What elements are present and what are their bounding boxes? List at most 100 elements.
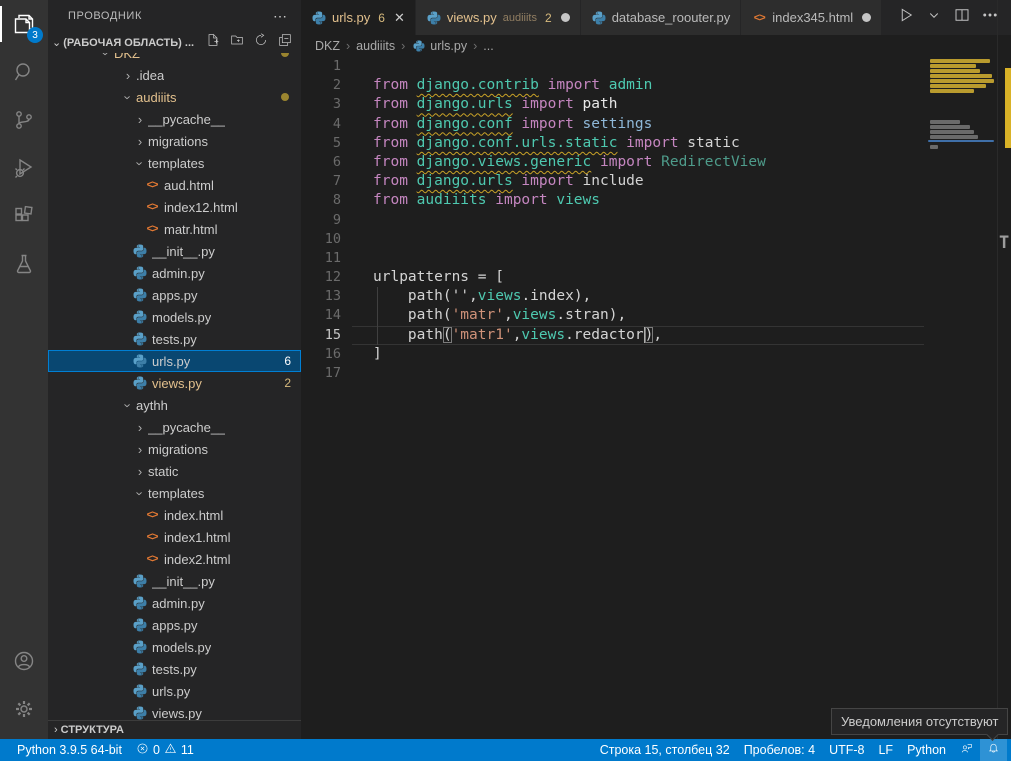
breadcrumb-item[interactable]: urls.py: [411, 38, 467, 54]
refresh-icon[interactable]: [253, 32, 269, 53]
code-line-4[interactable]: 4from django.conf import settings: [301, 115, 1011, 134]
tree-item--init-py[interactable]: __init__.py: [48, 570, 301, 592]
tree-item-apps-py[interactable]: apps.py: [48, 614, 301, 636]
tree-item--pycache-[interactable]: ›__pycache__: [48, 416, 301, 438]
status-feedback[interactable]: [953, 739, 980, 761]
tree-item-admin-py[interactable]: admin.py: [48, 262, 301, 284]
tree-item-migrations[interactable]: ›migrations: [48, 130, 301, 152]
code-line-8[interactable]: 8from audiiits import views: [301, 191, 1011, 210]
tree-item-index1-html[interactable]: <>index1.html: [48, 526, 301, 548]
code-line-17[interactable]: 17: [301, 364, 1011, 383]
code-line-13[interactable]: 13 path('',views.index),: [301, 287, 1011, 306]
tab-database-roouter-py[interactable]: database_roouter.py: [581, 0, 742, 35]
activitybar-extensions[interactable]: [0, 192, 48, 240]
activitybar-source-control[interactable]: [0, 96, 48, 144]
tree-item-aud-html[interactable]: <>aud.html: [48, 174, 301, 196]
status-notifications-bell[interactable]: [980, 739, 1007, 761]
activitybar-explorer[interactable]: 3: [0, 0, 48, 48]
sidebar-more-icon[interactable]: ⋯: [273, 8, 287, 25]
tree-item-index12-html[interactable]: <>index12.html: [48, 196, 301, 218]
tree-item-templates[interactable]: ›templates: [48, 482, 301, 504]
code-line-6[interactable]: 6from django.views.generic import Redire…: [301, 153, 1011, 172]
outline-section[interactable]: › СТРУКТУРА: [48, 720, 301, 739]
tree-item-migrations[interactable]: ›migrations: [48, 438, 301, 460]
split-editor-icon[interactable]: [953, 6, 971, 29]
tree-item-audiiits[interactable]: ›audiiits: [48, 86, 301, 108]
code-line-9[interactable]: 9: [301, 211, 1011, 230]
tree-item-models-py[interactable]: models.py: [48, 306, 301, 328]
activitybar-account[interactable]: [0, 637, 48, 685]
tree-item-static[interactable]: ›static: [48, 460, 301, 482]
code-line-16[interactable]: 16]: [301, 345, 1011, 364]
code-line-12[interactable]: 12urlpatterns = [: [301, 268, 1011, 287]
tree-item-models-py[interactable]: models.py: [48, 636, 301, 658]
status-text: Пробелов: 4: [744, 743, 815, 757]
python-file-icon: [132, 661, 148, 677]
code-editor[interactable]: 12from django.contrib import admin3from …: [301, 57, 1011, 739]
modified-dot: [281, 93, 289, 101]
tree-item--init-py[interactable]: __init__.py: [48, 240, 301, 262]
tree-item-index-html[interactable]: <>index.html: [48, 504, 301, 526]
tab-index345-html[interactable]: <>index345.html: [741, 0, 882, 35]
status-encoding[interactable]: UTF-8: [822, 739, 871, 761]
breadcrumb-item[interactable]: audiiits: [356, 39, 395, 53]
line-number: 7: [301, 172, 360, 191]
code-line-1[interactable]: 1: [301, 57, 1011, 76]
tree-item-aythh[interactable]: ›aythh: [48, 394, 301, 416]
tree-item-apps-py[interactable]: apps.py: [48, 284, 301, 306]
close-icon[interactable]: ✕: [394, 10, 405, 26]
code-line-11[interactable]: 11: [301, 249, 1011, 268]
code-line-2[interactable]: 2from django.contrib import admin: [301, 76, 1011, 95]
code-line-14[interactable]: 14 path('matr',views.stran),: [301, 306, 1011, 325]
tree-item--idea[interactable]: ›.idea: [48, 64, 301, 86]
code-line-5[interactable]: 5from django.conf.urls.static import sta…: [301, 134, 1011, 153]
breadcrumb-item[interactable]: DKZ: [315, 39, 340, 53]
activitybar-settings[interactable]: [0, 685, 48, 733]
breadcrumb-item[interactable]: ...: [483, 39, 493, 53]
code-line-7[interactable]: 7from django.urls import include: [301, 172, 1011, 191]
collapse-all-icon[interactable]: [277, 32, 293, 53]
tree-item-views-py[interactable]: views.py2: [48, 372, 301, 394]
status-problems[interactable]: 011: [129, 739, 201, 761]
tree-item-views-py[interactable]: views.py: [48, 702, 301, 720]
new-file-icon[interactable]: [205, 32, 221, 53]
status-cursor-position[interactable]: Строка 15, столбец 32: [593, 739, 737, 761]
workspace-section-header[interactable]: ⌄ (РАБОЧАЯ ОБЛАСТЬ) ...: [48, 32, 301, 53]
tab-urls-py[interactable]: urls.py6✕: [301, 0, 416, 35]
tree-item-label: models.py: [152, 640, 211, 655]
activitybar-testing[interactable]: [0, 240, 48, 288]
notifications-tooltip: Уведомления отсутствуют: [831, 708, 1008, 735]
code-line-10[interactable]: 10: [301, 230, 1011, 249]
status-language-mode[interactable]: Python: [900, 739, 953, 761]
tree-item-admin-py[interactable]: admin.py: [48, 592, 301, 614]
dirty-dot-icon[interactable]: [561, 13, 570, 22]
tree-item-label: apps.py: [152, 618, 198, 633]
explorer-badge: 3: [27, 27, 43, 43]
status-eol[interactable]: LF: [871, 739, 900, 761]
html-file-icon: <>: [144, 177, 160, 193]
status-indentation[interactable]: Пробелов: 4: [737, 739, 822, 761]
tree-item-matr-html[interactable]: <>matr.html: [48, 218, 301, 240]
tree-item-urls-py[interactable]: urls.py6: [48, 350, 301, 372]
scrollbar[interactable]: T: [997, 0, 1011, 739]
new-folder-icon[interactable]: [229, 32, 245, 53]
tree-item--pycache-[interactable]: ›__pycache__: [48, 108, 301, 130]
status-python-interpreter[interactable]: Python 3.9.5 64-bit: [10, 739, 129, 761]
activitybar-run-debug[interactable]: [0, 144, 48, 192]
minimap[interactable]: [928, 57, 996, 717]
tree-item-index2-html[interactable]: <>index2.html: [48, 548, 301, 570]
activitybar-search[interactable]: [0, 48, 48, 96]
tree-item-label: tests.py: [152, 332, 197, 347]
tree-item-templates[interactable]: ›templates: [48, 152, 301, 174]
dirty-dot-icon[interactable]: [862, 13, 871, 22]
tree-item-tests-py[interactable]: tests.py: [48, 658, 301, 680]
code-line-15[interactable]: 15 path('matr1',views.redactor),: [301, 326, 1011, 345]
tab-views-py[interactable]: views.pyaudiiits2: [416, 0, 581, 35]
run-icon[interactable]: [897, 6, 915, 29]
run-dropdown-icon[interactable]: [925, 6, 943, 29]
code-line-3[interactable]: 3from django.urls import path: [301, 95, 1011, 114]
error-circle-icon: [136, 742, 149, 758]
tree-item-tests-py[interactable]: tests.py: [48, 328, 301, 350]
tree-item-urls-py[interactable]: urls.py: [48, 680, 301, 702]
explorer-sidebar: ПРОВОДНИК ⋯ ⌄ (РАБОЧАЯ ОБЛАСТЬ) ... ›DKZ…: [48, 0, 301, 739]
